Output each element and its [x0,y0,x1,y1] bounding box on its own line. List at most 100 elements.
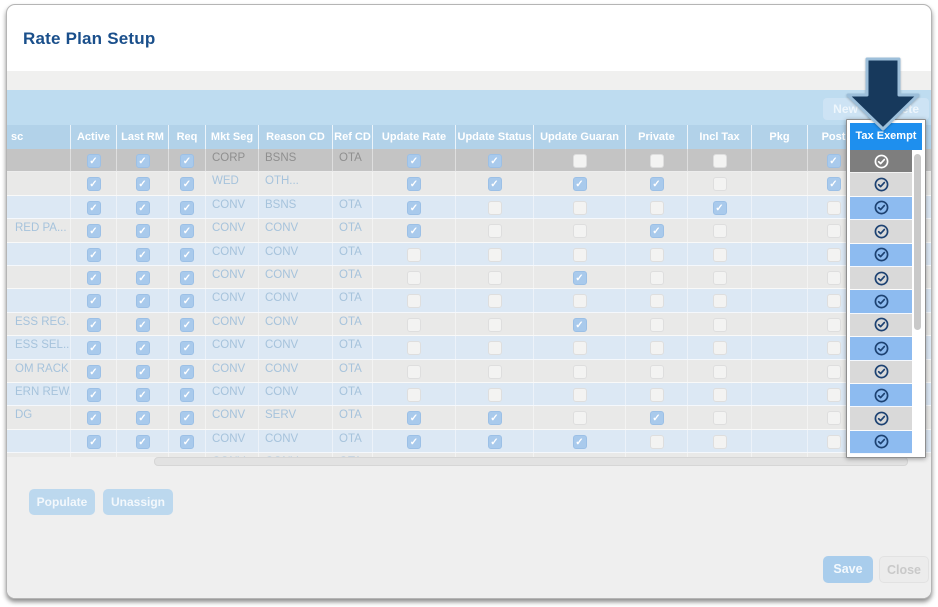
checkbox-active[interactable]: ✓ [86,247,101,262]
tax-exempt-cell[interactable] [850,220,912,244]
checkbox-private[interactable] [649,294,664,309]
checkbox-update-rate[interactable]: ✓ [407,224,421,239]
checkbox-update-rate[interactable]: ✓ [407,434,421,449]
checkbox-incl-tax[interactable] [712,224,727,239]
checkbox-update-rate[interactable]: ✓ [407,200,421,215]
checkbox-req[interactable]: ✓ [180,224,194,239]
tax-exempt-cell[interactable] [850,313,912,338]
column-header-mkt-seg[interactable]: Mkt Seg [206,125,259,149]
checkbox-private[interactable] [649,341,664,356]
checkbox-post[interactable] [826,200,841,215]
checkbox-private[interactable] [649,434,664,449]
column-header-pkg[interactable]: Pkg [752,125,808,149]
tax-exempt-cell[interactable] [850,430,912,455]
tax-exempt-cell[interactable] [850,383,912,408]
checkbox-incl-tax[interactable] [712,364,727,379]
table-row[interactable]: ERN REW...✓✓✓CONVCONVOTA [7,382,931,407]
tax-exempt-cell[interactable] [850,266,912,291]
checkbox-post[interactable] [826,341,841,356]
table-row[interactable]: ✓ ✓ ✓ CONV CONV OTA [7,289,931,313]
table-row[interactable]: ✓ ✓ ✓ CORP BSNS OTA ✓ ✓ ✓ [7,149,931,173]
checkbox-active[interactable]: ✓ [86,434,101,449]
checkbox-post[interactable] [826,364,841,379]
checkbox-incl-tax[interactable] [712,247,727,262]
checkbox-req[interactable]: ✓ [180,270,194,285]
checkbox-update-guaran[interactable] [572,411,587,426]
checkbox-update-status[interactable] [487,364,502,379]
checkbox-post[interactable] [826,387,841,402]
checkbox-update-status[interactable] [487,224,502,239]
column-header-incl-tax[interactable]: Incl Tax [688,125,752,149]
column-header-update-status[interactable]: Update Status [456,125,534,149]
checkbox-incl-tax[interactable] [712,177,727,192]
tax-exempt-cell[interactable] [850,337,912,361]
checkbox-req[interactable]: ✓ [180,434,194,449]
checkbox-incl-tax[interactable] [712,294,727,309]
column-header-desc[interactable]: sc [9,125,71,149]
checkbox-active[interactable]: ✓ [86,411,101,426]
checkbox-req[interactable]: ✓ [180,177,194,192]
checkbox-active[interactable]: ✓ [86,270,101,285]
checkbox-incl-tax[interactable] [712,341,727,356]
checkbox-last-rm[interactable]: ✓ [135,294,150,309]
checkbox-post[interactable] [826,270,841,285]
checkbox-update-guaran[interactable]: ✓ [572,317,587,332]
checkbox-update-guaran[interactable] [572,154,587,168]
checkbox-last-rm[interactable]: ✓ [135,434,150,449]
checkbox-update-guaran[interactable]: ✓ [572,434,587,449]
checkbox-update-rate[interactable] [407,294,421,309]
checkbox-update-status[interactable] [487,270,502,285]
checkbox-post[interactable]: ✓ [826,177,841,192]
populate-button[interactable]: Populate [29,489,95,515]
checkbox-post[interactable] [826,224,841,239]
checkbox-private[interactable] [649,247,664,262]
checkbox-update-guaran[interactable] [572,247,587,262]
checkbox-incl-tax[interactable] [712,411,727,426]
checkbox-update-status[interactable] [487,317,502,332]
checkbox-active[interactable]: ✓ [86,317,101,332]
checkbox-private[interactable]: ✓ [649,224,664,239]
checkbox-post[interactable]: ✓ [826,154,841,168]
checkbox-req[interactable]: ✓ [180,294,194,309]
checkbox-active[interactable]: ✓ [86,341,101,356]
checkbox-update-status[interactable]: ✓ [487,434,502,449]
checkbox-update-status[interactable]: ✓ [487,411,502,426]
checkbox-req[interactable]: ✓ [180,387,194,402]
checkbox-incl-tax[interactable] [712,317,727,332]
checkbox-active[interactable]: ✓ [86,177,101,192]
checkbox-req[interactable]: ✓ [180,364,194,379]
checkbox-update-rate[interactable] [407,364,421,379]
close-button[interactable]: Close [879,556,929,583]
checkbox-update-rate[interactable] [407,270,421,285]
checkbox-update-rate[interactable]: ✓ [407,154,421,168]
checkbox-last-rm[interactable]: ✓ [135,364,150,379]
table-row[interactable]: ESS SEL... ✓ ✓ ✓ CONV CONV OTA [7,336,931,360]
checkbox-last-rm[interactable]: ✓ [135,411,150,426]
checkbox-update-status[interactable] [487,294,502,309]
table-row[interactable]: ✓ ✓ ✓ CONV CONV OTA [7,242,931,266]
checkbox-post[interactable] [826,317,841,332]
checkbox-active[interactable]: ✓ [86,224,101,239]
checkbox-update-guaran[interactable] [572,364,587,379]
tax-exempt-cell[interactable] [850,407,912,431]
checkbox-private[interactable] [649,317,664,332]
tax-exempt-cell[interactable] [850,360,912,384]
checkbox-active[interactable]: ✓ [86,387,101,402]
column-header-update-guaran[interactable]: Update Guaran [534,125,626,149]
checkbox-last-rm[interactable]: ✓ [135,387,150,402]
checkbox-update-status[interactable] [487,387,502,402]
checkbox-req[interactable]: ✓ [180,247,194,262]
checkbox-last-rm[interactable]: ✓ [135,247,150,262]
checkbox-update-rate[interactable] [407,341,421,356]
table-row[interactable]: RED PA... ✓ ✓ ✓ CONV CONV OTA ✓ ✓ [7,219,931,243]
checkbox-post[interactable] [826,411,841,426]
checkbox-last-rm[interactable]: ✓ [135,154,150,168]
checkbox-post[interactable] [826,247,841,262]
column-header-reason-cd[interactable]: Reason CD [259,125,333,149]
checkbox-update-status[interactable]: ✓ [487,154,502,168]
checkbox-req[interactable]: ✓ [180,154,194,168]
table-row[interactable]: ESS REG... ✓ ✓ ✓ CONV CONV OTA ✓ [7,312,931,337]
checkbox-update-rate[interactable]: ✓ [407,411,421,426]
checkbox-active[interactable]: ✓ [86,364,101,379]
checkbox-active[interactable]: ✓ [86,294,101,309]
